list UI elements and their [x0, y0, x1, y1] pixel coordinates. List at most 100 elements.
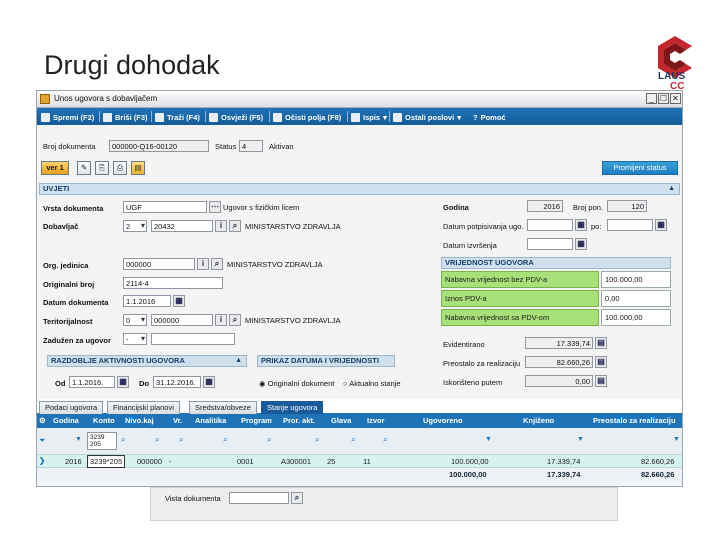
org-unit-info-icon[interactable]: i [197, 258, 209, 270]
recorded-field[interactable]: 17.339,74 [525, 337, 593, 349]
calendar-icon[interactable]: ▦ [575, 219, 587, 231]
used-field[interactable]: 0,00 [525, 375, 593, 387]
search-icon[interactable]: ⌕ [351, 435, 355, 445]
territoriality-search-icon[interactable]: ⌕ [229, 314, 241, 326]
save-button[interactable]: Spremi (F2) [41, 111, 94, 123]
calendar-icon[interactable]: ▦ [203, 376, 215, 388]
restore-button[interactable]: ☐ [658, 93, 669, 104]
delete-button[interactable]: Briši (F3) [103, 111, 148, 123]
number-field[interactable]: 120 [607, 200, 647, 212]
period-section-header[interactable]: RAZDOBLJE AKTIVNOSTI UGOVORA ▲ [47, 355, 247, 367]
edit-icon[interactable]: ✎ [77, 161, 91, 175]
org-unit-search-icon[interactable]: ⌕ [211, 258, 223, 270]
conditions-section-header[interactable]: UVJETI ▲ [39, 183, 680, 195]
value-row-label: Nabavna vrijednost bez PDV-a [441, 271, 599, 288]
tab-financial-plans[interactable]: Financijski planovi [107, 401, 180, 414]
year-field[interactable]: 2016 [527, 200, 563, 212]
col-source[interactable]: Izvor [367, 416, 385, 425]
search-icon[interactable]: ⌕ [179, 435, 183, 445]
calendar-icon[interactable]: ▦ [575, 238, 587, 250]
doc-type-lookup-icon[interactable]: ⋯ [209, 201, 221, 213]
supplier-search-icon[interactable]: ⌕ [229, 220, 241, 232]
territoriality-type-select[interactable]: 0 [123, 314, 147, 326]
radio-original-doc[interactable]: ◉ Originalni dokument [259, 379, 334, 388]
clear-fields-button[interactable]: Očisti polja (F8) [273, 111, 341, 123]
filter-dropdown-icon[interactable]: ▼ [577, 436, 584, 443]
doc-number-field[interactable]: 000000-Q16-00120 [109, 140, 209, 152]
version-button[interactable]: ver 1 [41, 161, 69, 175]
table-row[interactable]: ❯ 2016 3239*205 000000 - 0001 A300001 25… [37, 454, 682, 468]
help-button[interactable]: ? Pomoć [473, 111, 506, 123]
search-icon[interactable]: ⌕ [267, 435, 271, 445]
col-analytics[interactable]: Analitika [195, 416, 226, 425]
territoriality-info-icon[interactable]: i [215, 314, 227, 326]
supplier-type-select[interactable]: 2 [123, 220, 147, 232]
calendar-icon[interactable]: ▦ [173, 295, 185, 307]
col-year[interactable]: Godina [53, 416, 79, 425]
underlay-input[interactable] [229, 492, 289, 504]
status-field[interactable]: 4 [239, 140, 263, 152]
supplier-code-field[interactable]: 20432 [151, 220, 213, 232]
calculator-icon[interactable]: ▤ [595, 375, 607, 387]
minimize-button[interactable]: _ [646, 93, 657, 104]
print-button[interactable]: Ispis ▾ [351, 111, 387, 123]
copy-icon[interactable]: ⎘ [95, 161, 109, 175]
col-level[interactable]: Nivo.kaj [125, 416, 154, 425]
display-section-header[interactable]: PRIKAZ DATUMA I VRIJEDNOSTI [257, 355, 395, 367]
attach-icon[interactable]: ⎙ [113, 161, 127, 175]
col-chapter[interactable]: Glava [331, 416, 351, 425]
refresh-button[interactable]: Osvježi (F5) [209, 111, 263, 123]
supplier-info-icon[interactable]: i [215, 220, 227, 232]
tab-funds[interactable]: Sredstva/obveze [189, 401, 257, 414]
search-icon[interactable]: ⌕ [383, 435, 387, 445]
signing-date-to[interactable] [607, 219, 653, 231]
tab-contract-data[interactable]: Podaci ugovora [39, 401, 104, 414]
execution-date-field[interactable] [527, 238, 573, 250]
note-icon[interactable]: ▤ [131, 161, 145, 175]
period-from-field[interactable]: 1.1.2016. [69, 376, 115, 388]
period-to-field[interactable]: 31.12.2016. [153, 376, 201, 388]
filter-dropdown-icon[interactable]: ▼ [485, 436, 492, 443]
territoriality-code-field[interactable]: 000000 [151, 314, 213, 326]
value-row-amount[interactable]: 100.000,00 [601, 309, 671, 326]
close-button[interactable]: ✕ [670, 93, 681, 104]
calendar-icon[interactable]: ▦ [117, 376, 129, 388]
signing-date-from[interactable] [527, 219, 573, 231]
search-icon[interactable]: ⌕ [223, 435, 227, 445]
responsible-select[interactable]: - [123, 333, 147, 345]
col-type[interactable]: Vr. [173, 416, 182, 425]
other-tasks-button[interactable]: Ostali poslovi ▾ [393, 111, 461, 123]
cell-account[interactable]: 3239*205 [87, 455, 126, 468]
underlay-search-icon[interactable]: ⌕ [291, 492, 303, 504]
tab-contract-status[interactable]: Stanje ugovora [261, 401, 324, 414]
calculator-icon[interactable]: ▤ [595, 337, 607, 349]
grid-settings-icon[interactable]: ⚙ [39, 416, 46, 425]
col-contracted[interactable]: Ugovoreno [423, 416, 463, 425]
org-unit-field[interactable]: 000000 [123, 258, 195, 270]
value-row-amount[interactable]: 100.000,00 [601, 271, 671, 288]
filter-dropdown-icon[interactable]: ▼ [673, 436, 680, 443]
account-filter-field[interactable]: 3239 205 [87, 432, 117, 450]
col-remaining[interactable]: Preostalo za realizaciju [593, 416, 676, 425]
filter-dropdown-icon[interactable]: ▼ [75, 436, 82, 443]
calendar-icon[interactable]: ▦ [655, 219, 667, 231]
responsible-field[interactable] [151, 333, 235, 345]
doc-date-field[interactable]: 1.1.2016 [123, 295, 171, 307]
value-row-amount[interactable]: 0,00 [601, 290, 671, 307]
search-icon[interactable]: ⌕ [155, 435, 159, 445]
change-status-button[interactable]: Promijeni status [602, 161, 678, 175]
search-icon[interactable]: ⌕ [121, 435, 125, 445]
search-icon[interactable]: ⌕ [315, 435, 319, 445]
radio-current-state[interactable]: ○ Aktualno stanje [343, 379, 401, 388]
search-button[interactable]: Traži (F4) [155, 111, 200, 123]
doc-type-field[interactable]: UGF [123, 201, 207, 213]
col-budget-act[interactable]: Pror. akt. [283, 416, 315, 425]
remaining-field[interactable]: 82.660,26 [525, 356, 593, 368]
original-number-field[interactable]: 2114-4 [123, 277, 223, 289]
filter-icon[interactable]: ⏷ [39, 436, 45, 446]
col-program[interactable]: Program [241, 416, 272, 425]
print-label: Ispis [363, 112, 381, 122]
calculator-icon[interactable]: ▤ [595, 356, 607, 368]
col-booked[interactable]: Knjiženo [523, 416, 554, 425]
col-account[interactable]: Konto [93, 416, 115, 425]
